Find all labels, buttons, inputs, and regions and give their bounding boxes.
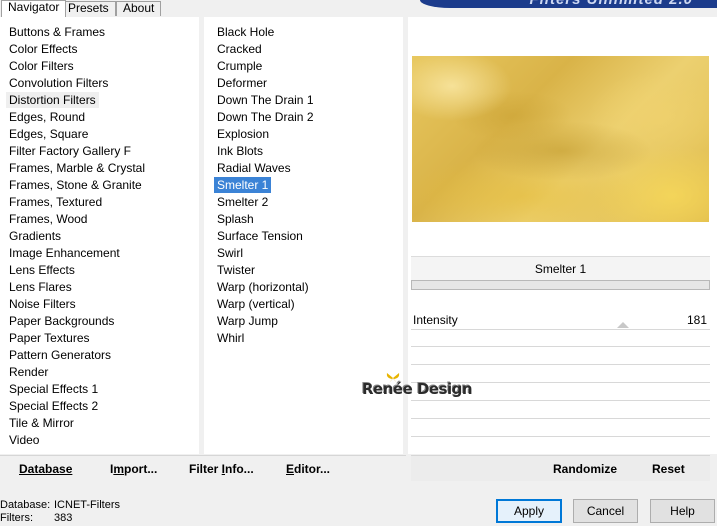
category-item[interactable]: Video (6, 432, 42, 448)
cancel-button[interactable]: Cancel (573, 499, 638, 523)
category-item[interactable]: Paper Textures (6, 330, 93, 346)
randomize-button[interactable]: Randomize (553, 457, 617, 481)
import-label-c: port... (124, 462, 158, 476)
category-item[interactable]: Frames, Stone & Granite (6, 177, 145, 193)
filter-item[interactable]: Down The Drain 2 (214, 109, 317, 125)
reset-button[interactable]: Reset (652, 457, 685, 481)
apply-button[interactable]: Apply (496, 499, 562, 523)
editor-label-a: E (286, 462, 295, 476)
category-item[interactable]: Color Effects (6, 41, 80, 57)
slider-thumb-icon[interactable] (617, 322, 629, 328)
database-status-value: ICNET-Filters (54, 499, 120, 511)
category-item[interactable]: Lens Effects (6, 262, 78, 278)
import-button[interactable]: Import... (110, 457, 157, 481)
intensity-slider[interactable]: Intensity 181 (411, 312, 710, 330)
filter-info-button[interactable]: Filter Info... (189, 457, 254, 481)
category-item[interactable]: Pattern Generators (6, 347, 114, 363)
category-item[interactable]: Paper Backgrounds (6, 313, 117, 329)
category-item[interactable]: Image Enhancement (6, 245, 123, 261)
category-item[interactable]: Noise Filters (6, 296, 79, 312)
filters-count-value: 383 (54, 512, 73, 524)
category-item[interactable]: Frames, Wood (6, 211, 90, 227)
category-item[interactable]: Lens Flares (6, 279, 75, 295)
editor-button[interactable]: Editor... (286, 457, 330, 481)
category-item[interactable]: Frames, Textured (6, 194, 105, 210)
title-banner: Filters Unlimited 2.0 (420, 0, 717, 8)
filter-item[interactable]: Warp (vertical) (214, 296, 298, 312)
category-item[interactable]: Convolution Filters (6, 75, 111, 91)
tab-presets[interactable]: Presets (61, 1, 116, 16)
intensity-value: 181 (686, 313, 707, 327)
editor-label-b: ditor... (294, 462, 331, 476)
filter-item[interactable]: Warp Jump (214, 313, 281, 329)
filter-item[interactable]: Splash (214, 211, 257, 227)
database-label: Database (19, 462, 73, 476)
filter-item[interactable]: Twister (214, 262, 258, 278)
category-item[interactable]: Buttons & Frames (6, 24, 108, 40)
toolbar: Database Import... Filter Info... Editor… (0, 457, 717, 485)
filter-item[interactable]: Cracked (214, 41, 265, 57)
filter-item[interactable]: Black Hole (214, 24, 277, 40)
filter-item[interactable]: Smelter 1 (214, 177, 272, 193)
tab-bar: Navigator Presets About Filters Unlimite… (0, 0, 717, 17)
category-item[interactable]: Distortion Filters (6, 92, 99, 108)
import-label-b: m (113, 462, 125, 476)
filter-item[interactable]: Ink Blots (214, 143, 266, 159)
filter-item[interactable]: Explosion (214, 126, 272, 142)
filter-title: Smelter 1 (411, 256, 710, 280)
database-status-label: Database: (0, 499, 51, 511)
database-button[interactable]: Database (19, 457, 72, 481)
banner-text: Filters Unlimited 2.0 (529, 0, 693, 8)
watermark-text: Renée Design (362, 380, 473, 398)
tab-about[interactable]: About (116, 1, 162, 16)
filter-item[interactable]: Deformer (214, 75, 270, 91)
filter-item[interactable]: Crumple (214, 58, 265, 74)
filter-control-bar (411, 280, 710, 290)
filter-info-label-a: Filter (189, 462, 222, 476)
category-item[interactable]: Special Effects 2 (6, 398, 101, 414)
category-item[interactable]: Color Filters (6, 58, 77, 74)
category-item[interactable]: Frames, Marble & Crystal (6, 160, 148, 176)
empty-param-row (411, 346, 710, 347)
filter-item[interactable]: Whirl (214, 330, 247, 346)
empty-param-row (411, 400, 710, 401)
category-item[interactable]: Filter Factory Gallery F (6, 143, 134, 159)
filters-count-label: Filters: (0, 512, 33, 524)
empty-param-row (411, 364, 710, 365)
category-item[interactable]: Special Effects 1 (6, 381, 101, 397)
category-item[interactable]: Render (6, 364, 51, 380)
filter-item[interactable]: Swirl (214, 245, 246, 261)
tab-navigator[interactable]: Navigator (1, 0, 67, 17)
filter-info-label-c: nfo... (225, 462, 254, 476)
category-item[interactable]: Tile & Mirror (6, 415, 77, 431)
empty-param-row (411, 418, 710, 419)
filter-item[interactable]: Warp (horizontal) (214, 279, 312, 295)
filter-item[interactable]: Down The Drain 1 (214, 92, 317, 108)
filter-item[interactable]: Radial Waves (214, 160, 294, 176)
preview-image (412, 56, 709, 222)
category-item[interactable]: Gradients (6, 228, 64, 244)
category-item[interactable]: Edges, Square (6, 126, 91, 142)
filter-item[interactable]: Surface Tension (214, 228, 306, 244)
category-item[interactable]: Edges, Round (6, 109, 88, 125)
filter-item[interactable]: Smelter 2 (214, 194, 271, 210)
help-button[interactable]: Help (650, 499, 715, 523)
intensity-label: Intensity (413, 313, 458, 327)
empty-param-row (411, 436, 710, 437)
